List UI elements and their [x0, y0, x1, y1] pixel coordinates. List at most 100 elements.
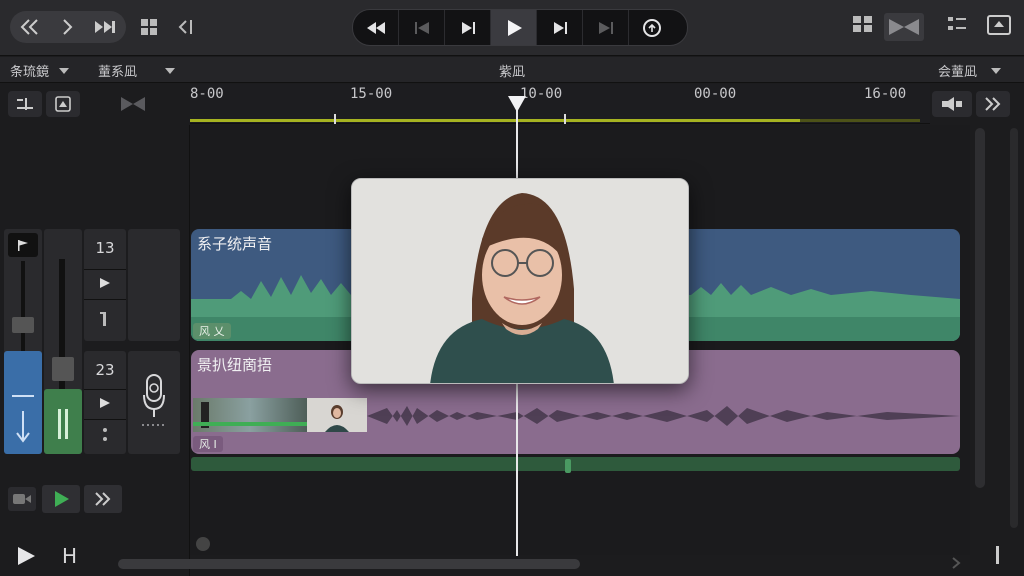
- camera-button[interactable]: [8, 487, 36, 511]
- track-header-panel: 13 23: [0, 125, 190, 576]
- nav-button-group: [10, 11, 126, 43]
- loop-icon: [643, 18, 661, 37]
- top-toolbar: [0, 0, 1024, 56]
- track-select-blue[interactable]: [4, 351, 42, 454]
- ruler-marker[interactable]: [334, 114, 336, 124]
- scroll-right-icon[interactable]: [950, 555, 962, 575]
- microphone-icon[interactable]: [140, 373, 168, 437]
- track-1-extra: [128, 229, 180, 341]
- rewind-icon: [366, 21, 385, 34]
- horizontal-scrollbar[interactable]: [118, 559, 580, 569]
- flag-icon[interactable]: [8, 233, 38, 257]
- fader-knob[interactable]: [52, 357, 74, 381]
- volume-fader-track[interactable]: [4, 229, 42, 454]
- clip-2-badge: 风 I: [193, 436, 223, 452]
- skip-forward-icon[interactable]: [93, 18, 117, 36]
- audio-level-strip[interactable]: [191, 457, 960, 473]
- speaker-icon: [942, 97, 962, 111]
- clip-2-title: 景扒纽啇捂: [197, 356, 273, 374]
- media-browser-button[interactable]: [46, 91, 80, 117]
- track-1-number: 13: [95, 239, 115, 257]
- track-list-button[interactable]: [8, 91, 42, 117]
- track-2-controls: 23: [84, 351, 126, 454]
- strip-handle[interactable]: [565, 459, 571, 473]
- inspector-scrollbar[interactable]: [1010, 128, 1018, 528]
- pause-icon: [58, 409, 68, 439]
- clip-1-badge: 风 乂: [193, 323, 231, 339]
- track-2-number: 23: [95, 361, 115, 379]
- forward-icon[interactable]: [59, 18, 75, 36]
- track-select-green[interactable]: [44, 389, 82, 454]
- fast-forward-button[interactable]: [84, 485, 122, 513]
- time-ruler[interactable]: 8-00 15-00 10-00 00-00 16-00: [190, 84, 920, 124]
- track-2-play-icon[interactable]: [95, 395, 115, 415]
- previous-button[interactable]: [399, 10, 445, 45]
- video-preview-window[interactable]: [351, 178, 689, 384]
- step-forward-icon: [461, 21, 475, 34]
- previous-icon: [414, 21, 429, 34]
- skip-forward-button[interactable]: [537, 10, 583, 45]
- timeline-title: 紫凪: [498, 65, 525, 80]
- range-bar: [190, 119, 800, 122]
- range-bar-tail: [800, 119, 920, 122]
- skip-next-icon: [553, 21, 567, 34]
- h-label[interactable]: H: [62, 544, 77, 568]
- video-clip-icon[interactable]: [884, 13, 924, 41]
- ruler-marker[interactable]: [564, 114, 566, 124]
- image-icon: [55, 96, 71, 112]
- video-thumbnail-strip: [193, 398, 307, 432]
- right-panel-dropdown[interactable]: 会蕫凪: [938, 61, 1002, 80]
- grid-icon[interactable]: [136, 14, 162, 40]
- right-panel-dropdown-label: 会蕫凪: [938, 65, 978, 80]
- fader-knob[interactable]: [12, 317, 34, 333]
- audio-meter-button[interactable]: [932, 91, 972, 117]
- panel-header: 条琉鏡 蕫系凪 紫凪 会蕫凪: [0, 57, 1024, 83]
- ruler-label: 15-00: [350, 86, 393, 102]
- ruler-label: 10-00: [520, 86, 563, 102]
- camera-icon: [13, 494, 31, 504]
- play-icon: [18, 547, 35, 565]
- transport-controls: [352, 9, 688, 46]
- track-1-lock-icon[interactable]: [100, 309, 110, 333]
- play-green-icon: [55, 491, 69, 507]
- rewind-button[interactable]: [353, 10, 399, 45]
- editor-window: 条琉鏡 蕫系凪 紫凪 会蕫凪 8-00 15-00 10-00 00-00 16…: [0, 0, 1024, 576]
- waveform-2: [367, 406, 960, 426]
- clip-1-title: 系子统声音: [197, 235, 273, 253]
- ruler-label: 00-00: [694, 86, 737, 102]
- playhead-handle[interactable]: [508, 96, 526, 112]
- pan-fader-track[interactable]: [44, 229, 82, 454]
- video-thumbnail: [307, 398, 367, 432]
- track-1-controls: 13: [84, 229, 126, 341]
- loop-button[interactable]: [629, 10, 675, 45]
- step-forward-button[interactable]: [445, 10, 491, 45]
- track-1-play-icon[interactable]: [95, 275, 115, 295]
- inspector-toggle[interactable]: [996, 546, 999, 564]
- share-icon[interactable]: [986, 14, 1012, 36]
- preview-image: [352, 179, 688, 383]
- layout-grid-icon[interactable]: [852, 14, 874, 34]
- play-icon: [507, 19, 522, 36]
- expand-right-button[interactable]: [976, 91, 1010, 117]
- bowtie-icon: [121, 97, 145, 111]
- time-ruler-row: 8-00 15-00 10-00 00-00 16-00: [190, 84, 930, 124]
- play-button[interactable]: [491, 10, 537, 45]
- record-controls: [128, 351, 180, 454]
- arrow-down-icon: [12, 395, 34, 443]
- collapse-left-icon[interactable]: [172, 14, 198, 40]
- back-double-icon[interactable]: [19, 18, 41, 36]
- chevron-double-right-icon: [95, 492, 111, 506]
- bottom-play-button[interactable]: [14, 544, 38, 572]
- chevron-down-icon: [991, 67, 1002, 74]
- marker-button[interactable]: [116, 91, 150, 117]
- zoom-handle[interactable]: [196, 537, 210, 551]
- list-settings-icon[interactable]: [946, 14, 968, 34]
- vertical-scrollbar[interactable]: [975, 128, 985, 488]
- preview-play-button[interactable]: [42, 485, 80, 513]
- ruler-label: 16-00: [864, 86, 907, 102]
- track-tools: [0, 84, 190, 124]
- next-button[interactable]: [583, 10, 629, 45]
- chevron-double-right-icon: [985, 97, 1001, 111]
- track-list-icon: [17, 98, 33, 110]
- track-2-more-icon[interactable]: [102, 425, 108, 449]
